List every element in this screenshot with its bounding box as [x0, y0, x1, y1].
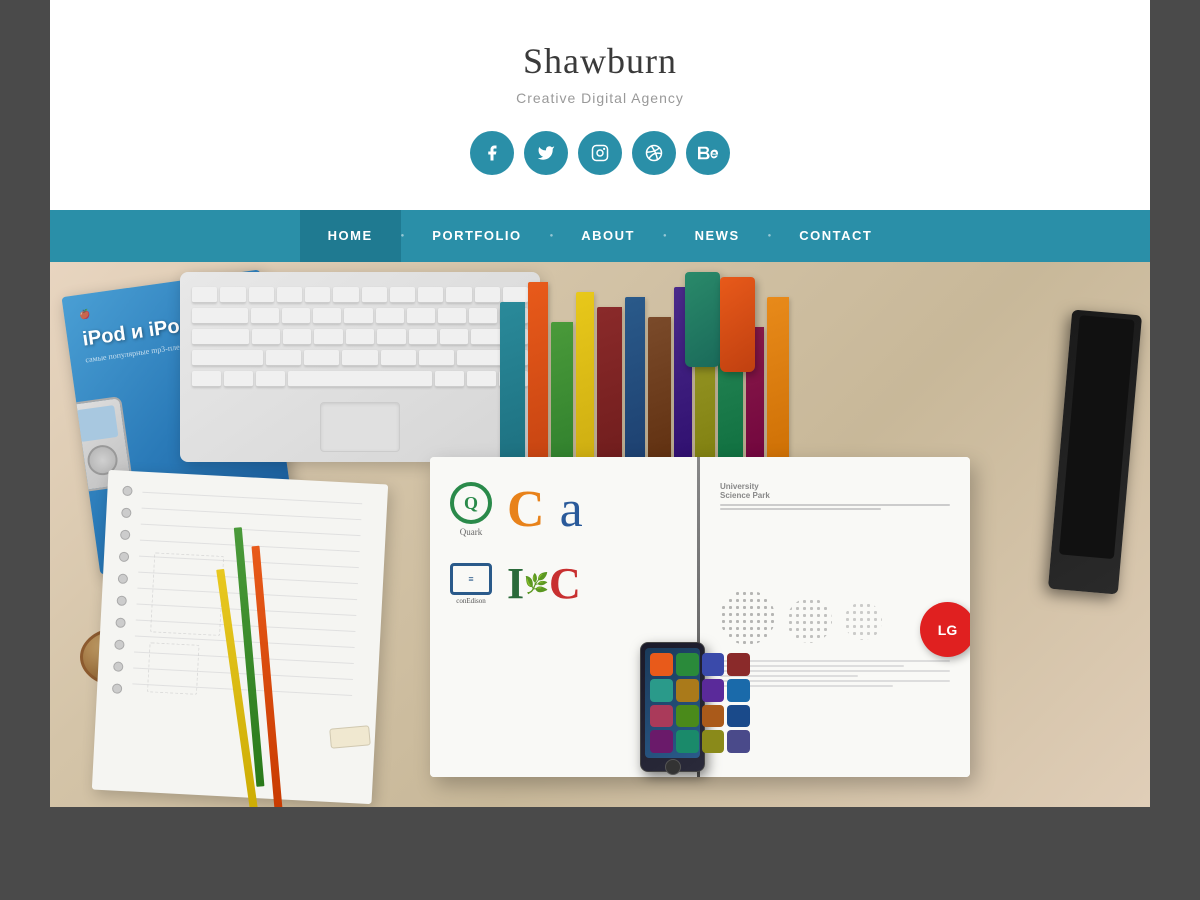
nav-item-about: ABOUT [553, 210, 663, 262]
instagram-icon[interactable] [578, 131, 622, 175]
twitter-icon[interactable] [524, 131, 568, 175]
conedison-label: conEdison [456, 597, 486, 605]
nav-link-home[interactable]: HOME [300, 210, 401, 262]
hero-scene: 🍎 iPod и iPod mini самые популярные mp3-… [50, 262, 1150, 807]
drink-can-1 [685, 272, 720, 367]
nav-link-contact[interactable]: CONTACT [771, 210, 900, 262]
nav-items-list: HOME ● PORTFOLIO ● ABOUT ● NEWS ● [300, 210, 901, 262]
lg-logo: LG [920, 602, 970, 657]
ilc-logo: I [507, 562, 524, 606]
eraser-prop [329, 725, 371, 748]
logo-ca-orange: C [507, 484, 545, 536]
social-icons-bar [70, 131, 1130, 175]
dark-tablet-prop [1048, 309, 1142, 594]
nav-item-contact: CONTACT [771, 210, 900, 262]
phone-on-book-prop [640, 642, 705, 772]
nav-item-home: HOME [300, 210, 401, 262]
logo-a-blue: a [560, 484, 583, 536]
main-navigation: HOME ● PORTFOLIO ● ABOUT ● NEWS ● [50, 210, 1150, 262]
nav-link-about[interactable]: ABOUT [553, 210, 663, 262]
site-header: Shawburn Creative Digital Agency [50, 0, 1150, 210]
page-wrapper: Shawburn Creative Digital Agency [50, 0, 1150, 807]
hero-section: 🍎 iPod и iPod mini самые популярные mp3-… [50, 262, 1150, 807]
site-tagline: Creative Digital Agency [70, 90, 1130, 106]
nav-link-portfolio[interactable]: PORTFOLIO [404, 210, 549, 262]
nav-item-news: NEWS [667, 210, 768, 262]
logo-c-red: C [549, 562, 581, 606]
dribbble-icon[interactable] [632, 131, 676, 175]
site-title: Shawburn [70, 40, 1130, 82]
nav-item-portfolio: PORTFOLIO [404, 210, 549, 262]
behance-icon[interactable] [686, 131, 730, 175]
facebook-icon[interactable] [470, 131, 514, 175]
quark-label: Quark [460, 527, 483, 537]
drink-can-2 [720, 277, 755, 372]
nav-link-news[interactable]: NEWS [667, 210, 768, 262]
